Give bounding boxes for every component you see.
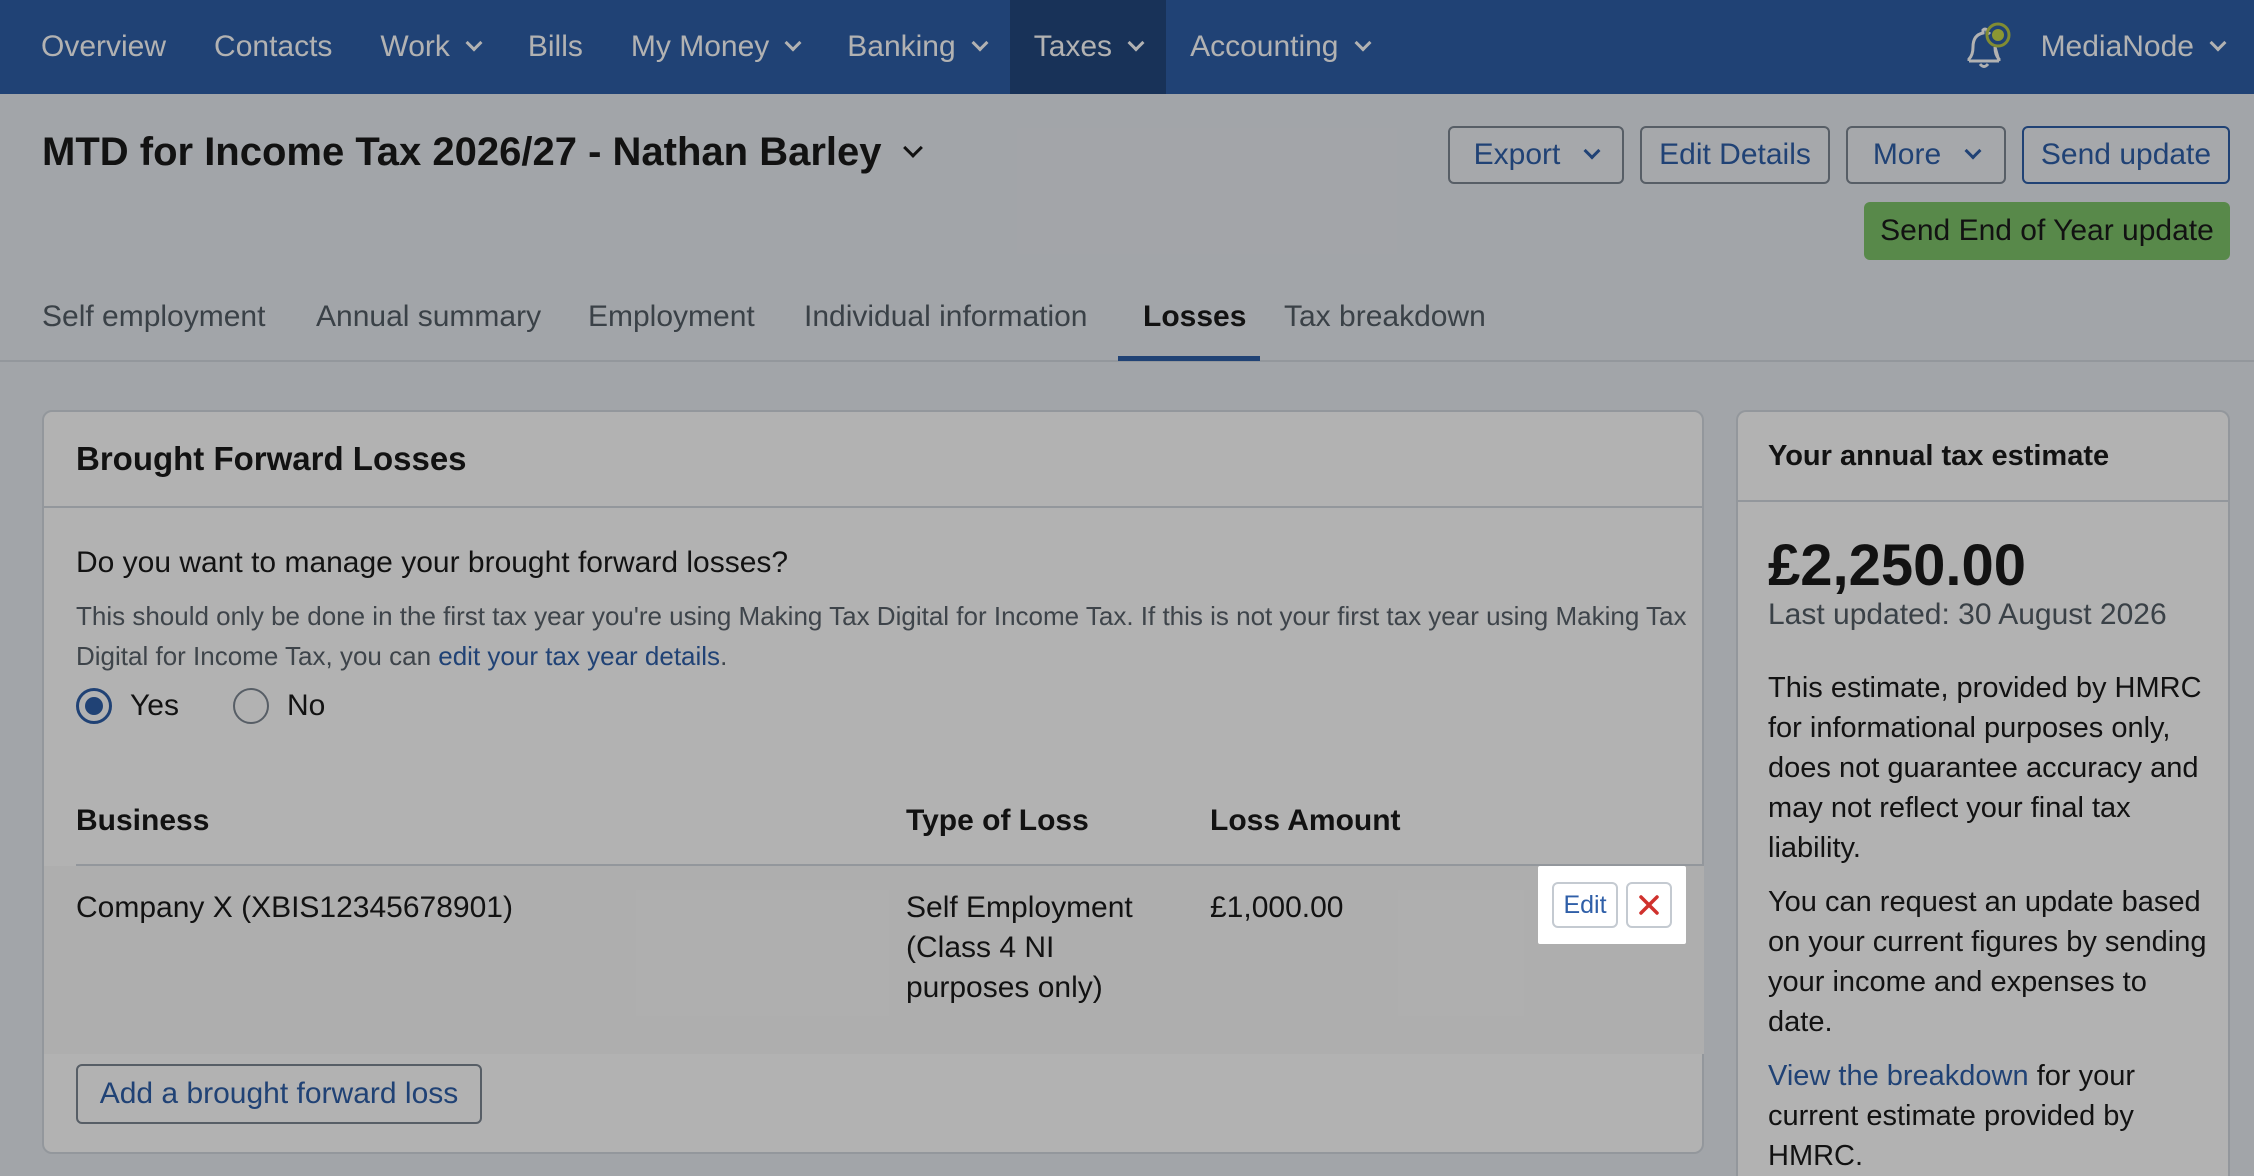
estimate-disclaimer: This estimate, provided by HMRC for info… xyxy=(1768,672,2202,864)
view-breakdown-link[interactable]: View the breakdown xyxy=(1768,1060,2029,1092)
radio-checked-icon[interactable] xyxy=(76,688,112,724)
tab-losses[interactable]: Losses xyxy=(1143,290,1246,362)
chevron-down-icon xyxy=(1127,34,1145,52)
estimate-breakdown-info: View the breakdown for your current esti… xyxy=(1768,1060,2136,1172)
chevron-down-icon xyxy=(784,34,802,52)
radio-no[interactable]: No xyxy=(232,688,325,724)
chevron-down-icon xyxy=(971,34,989,52)
active-tab-indicator xyxy=(1118,356,1260,361)
add-brought-forward-loss-button[interactable]: Add a brought forward loss xyxy=(76,1064,482,1124)
type-of-loss-cell: Self Employment (Class 4 NI purposes onl… xyxy=(906,891,1133,1004)
radio-yes[interactable]: Yes xyxy=(76,688,179,724)
nav-bills[interactable]: Bills xyxy=(504,0,607,94)
tab-bar: Self employment Annual summary Employmen… xyxy=(0,290,2254,362)
chevron-down-icon xyxy=(1964,142,1982,160)
row-actions-spotlight: Edit xyxy=(1538,866,1686,944)
chevron-down-icon xyxy=(902,137,923,158)
annual-tax-estimate-card: Your annual tax estimate £2,250.00 Last … xyxy=(1736,410,2230,1176)
top-navigation: Overview Contacts Work Bills My Money Ba… xyxy=(0,0,2254,94)
tab-self-employment[interactable]: Self employment xyxy=(42,290,265,362)
column-header-loss-amount: Loss Amount xyxy=(1210,804,1401,837)
send-end-of-year-update-button[interactable]: Send End of Year update xyxy=(1864,202,2230,260)
estimate-amount: £2,250.00 xyxy=(1768,533,2027,598)
page-title[interactable]: MTD for Income Tax 2026/27 - Nathan Barl… xyxy=(42,130,923,175)
nav-banking[interactable]: Banking xyxy=(823,0,1009,94)
manage-losses-question: Do you want to manage your brought forwa… xyxy=(76,546,789,579)
delete-loss-button[interactable] xyxy=(1626,882,1672,928)
estimate-update-info: You can request an update based on your … xyxy=(1768,886,2207,1038)
nav-work[interactable]: Work xyxy=(356,0,503,94)
estimate-title: Your annual tax estimate xyxy=(1738,412,2228,502)
help-text: This should only be done in the first ta… xyxy=(76,601,1687,671)
radio-unchecked-icon[interactable] xyxy=(232,688,269,724)
tab-individual-information[interactable]: Individual information xyxy=(804,290,1088,362)
nav-taxes[interactable]: Taxes xyxy=(1009,0,1167,94)
nav-my-money[interactable]: My Money xyxy=(607,0,823,94)
nav-right: MediaNode xyxy=(1955,0,2254,94)
nav-contacts[interactable]: Contacts xyxy=(190,0,356,94)
brought-forward-losses-card: Brought Forward Losses Do you want to ma… xyxy=(42,410,1704,1154)
tab-employment[interactable]: Employment xyxy=(588,290,755,362)
table-row: Company X (XBIS12345678901) Self Employm… xyxy=(44,866,1704,1054)
more-button[interactable]: More xyxy=(1846,126,2006,184)
chevron-down-icon xyxy=(465,34,483,52)
export-button[interactable]: Export xyxy=(1448,126,1624,184)
tab-tax-breakdown[interactable]: Tax breakdown xyxy=(1284,290,1486,362)
chevron-down-icon xyxy=(2209,34,2227,52)
last-updated: Last updated: 30 August 2026 xyxy=(1768,598,2167,631)
edit-loss-button[interactable]: Edit xyxy=(1552,882,1618,928)
column-header-business: Business xyxy=(76,804,210,837)
account-menu[interactable]: MediaNode xyxy=(2041,0,2254,94)
notification-bell-icon[interactable] xyxy=(1955,17,2015,77)
nav-accounting[interactable]: Accounting xyxy=(1166,0,1392,94)
nav-overview[interactable]: Overview xyxy=(0,0,190,94)
manage-losses-radio-group: Yes No xyxy=(76,688,379,724)
chevron-down-icon xyxy=(1583,142,1601,160)
send-update-button[interactable]: Send update xyxy=(2022,126,2230,184)
column-header-type-of-loss: Type of Loss xyxy=(906,804,1089,837)
card-title: Brought Forward Losses xyxy=(44,412,1702,508)
close-icon xyxy=(1639,895,1659,915)
edit-tax-year-details-link[interactable]: edit your tax year details xyxy=(438,641,720,671)
edit-details-button[interactable]: Edit Details xyxy=(1640,126,1830,184)
loss-amount-cell: £1,000.00 xyxy=(1210,891,1344,924)
chevron-down-icon xyxy=(1354,34,1371,52)
business-cell: Company X (XBIS12345678901) xyxy=(76,891,513,924)
tab-annual-summary[interactable]: Annual summary xyxy=(316,290,541,362)
